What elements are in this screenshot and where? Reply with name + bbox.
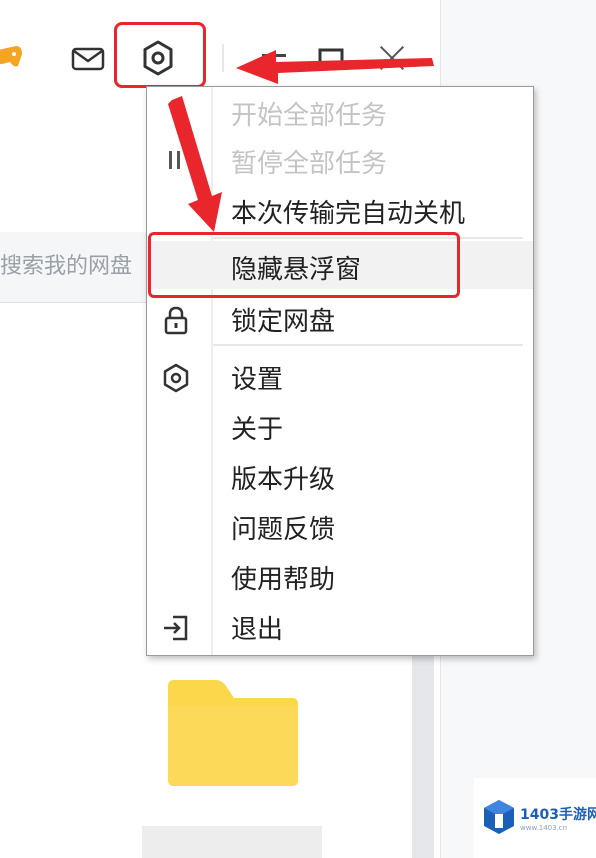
maximize-icon[interactable] (318, 48, 344, 70)
menu-item-label: 开始全部任务 (231, 101, 388, 131)
menu-item-upgrade[interactable]: 版本升级 (147, 451, 533, 499)
menu-item-label: 关于 (231, 415, 284, 445)
menu-item-feedback[interactable]: 问题反馈 (147, 501, 533, 549)
minimize-icon[interactable] (262, 50, 286, 60)
game-controller-icon[interactable] (0, 44, 24, 70)
exit-icon (164, 615, 188, 641)
menu-item-label: 问题反馈 (231, 515, 336, 545)
menu-item-settings[interactable]: 设置 (147, 351, 533, 399)
menu-item-about[interactable]: 关于 (147, 401, 533, 449)
gear-icon (163, 363, 189, 393)
menu-item-label: 使用帮助 (231, 565, 336, 595)
file-row-placeholder (142, 826, 322, 858)
menu-item-label: 版本升级 (231, 465, 336, 495)
lock-icon (164, 306, 188, 335)
search-input[interactable]: 搜索我的网盘 (0, 248, 132, 280)
menu-item-lock-drive[interactable]: 锁定网盘 (147, 293, 533, 341)
scrollbar[interactable] (412, 640, 434, 858)
context-menu: 开始全部任务 暂停全部任务 本次传输完自动关机 隐藏悬浮窗 锁定网盘 设置 关于 (146, 86, 534, 656)
menu-item-exit[interactable]: 退出 (147, 601, 533, 649)
pause-icon (169, 151, 180, 169)
menu-item-auto-shutdown[interactable]: 本次传输完自动关机 (147, 185, 533, 233)
play-icon (170, 102, 177, 109)
menu-item-help[interactable]: 使用帮助 (147, 551, 533, 599)
settings-highlight-box (114, 22, 206, 88)
menu-item-label: 本次传输完自动关机 (231, 199, 466, 229)
watermark-url: www.1403.cn (520, 824, 568, 832)
menu-item-label: 锁定网盘 (231, 307, 336, 337)
menu-item-label: 暂停全部任务 (231, 149, 388, 179)
menu-divider (213, 344, 523, 346)
folder-icon[interactable] (164, 676, 302, 788)
cube-logo-icon (484, 800, 514, 834)
mail-icon[interactable] (70, 46, 106, 72)
watermark: 1403手游网 www.1403.cn (474, 778, 596, 858)
hide-float-window-highlight-box (148, 232, 460, 298)
menu-item-pause-all[interactable]: 暂停全部任务 (147, 135, 533, 183)
menu-item-start-all[interactable]: 开始全部任务 (147, 87, 533, 135)
close-icon[interactable] (378, 44, 406, 72)
titlebar-divider (222, 44, 224, 72)
menu-item-label: 退出 (231, 615, 284, 645)
search-bar[interactable]: 搜索我的网盘 (0, 232, 150, 303)
menu-item-label: 设置 (231, 365, 284, 395)
watermark-brand: 1403手游网 (520, 807, 596, 823)
